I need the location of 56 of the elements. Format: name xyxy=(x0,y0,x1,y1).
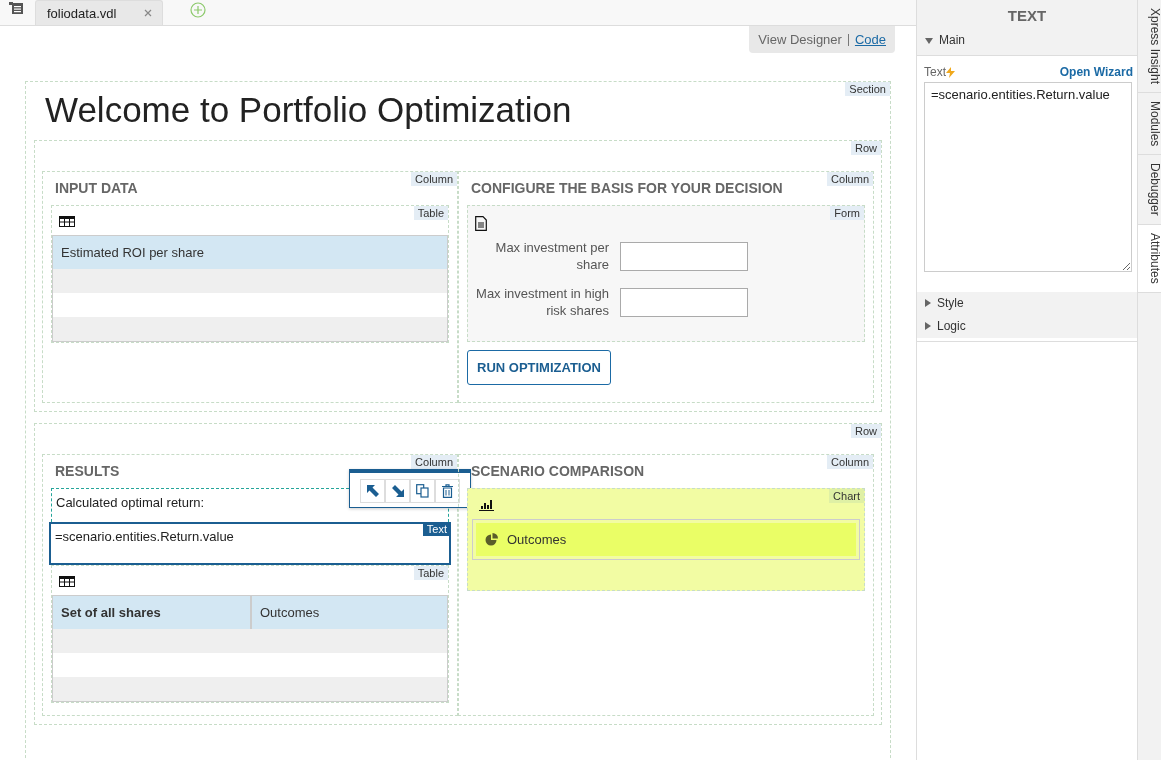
document-icon xyxy=(475,216,487,231)
column-header: Estimated ROI per share xyxy=(53,236,447,269)
lightning-icon xyxy=(946,66,955,78)
copy-button[interactable] xyxy=(410,479,435,503)
element-tag: Row xyxy=(851,141,881,155)
bar-chart-icon xyxy=(479,499,494,511)
series-label: Outcomes xyxy=(507,532,567,547)
element-tag: Row xyxy=(851,424,881,438)
field-label: Text xyxy=(924,65,946,79)
column-heading: CONFIGURE THE BASIS FOR YOUR DECISION xyxy=(471,180,784,196)
view-link[interactable]: Code xyxy=(854,32,886,47)
element-tag: Column xyxy=(411,455,457,469)
field-label: Max investment per share xyxy=(494,239,609,273)
column-heading: SCENARIO COMPARISON xyxy=(471,463,646,479)
column-heading: RESULTS xyxy=(55,463,121,479)
column-header: Outcomes xyxy=(250,596,447,629)
group-header[interactable]: Logic xyxy=(917,315,1137,338)
column-heading: INPUT DATA xyxy=(55,180,139,196)
text-element: Calculated optimal return: xyxy=(56,495,205,510)
menu-icon[interactable] xyxy=(9,2,23,14)
copy-icon xyxy=(416,484,429,498)
pie-chart-icon xyxy=(485,533,498,546)
delete-button[interactable] xyxy=(435,479,460,503)
tab-label: foliodata.vdl xyxy=(47,5,117,21)
input-field[interactable] xyxy=(620,287,748,317)
close-icon[interactable] xyxy=(144,9,152,17)
view-link[interactable]: View Designer xyxy=(758,32,842,47)
element-tag: Table xyxy=(413,566,448,580)
group-header[interactable]: Main xyxy=(917,29,1137,56)
element-tag: Form xyxy=(830,206,864,220)
move-up-button[interactable] xyxy=(360,479,385,503)
arrow-down-right-icon xyxy=(390,484,405,498)
file-tab[interactable]: foliodata.vdl xyxy=(35,0,163,25)
move-down-button[interactable] xyxy=(385,479,410,503)
table-icon xyxy=(59,576,75,587)
run-button[interactable]: RUN OPTIMIZATION xyxy=(467,350,611,385)
element-tag: Column xyxy=(827,455,873,469)
element-tag: Text xyxy=(422,522,451,536)
panel-title: TEXT xyxy=(917,0,1137,29)
page-title: Welcome to Portfolio Optimization xyxy=(45,90,573,130)
field-label: Max investment in high risk shares xyxy=(475,285,609,319)
element-tag: Column xyxy=(827,172,873,186)
text-area[interactable]: =scenario.entities.Return.value xyxy=(924,82,1132,272)
group-header[interactable]: Style xyxy=(917,292,1137,315)
element-tag: Column xyxy=(411,172,457,186)
table-icon xyxy=(59,216,75,227)
text-element: =scenario.entities.Return.value xyxy=(55,529,234,544)
open-wizard-link[interactable]: Open Wizard xyxy=(1059,65,1133,79)
trash-icon xyxy=(442,484,453,498)
arrow-up-left-icon xyxy=(365,484,380,498)
element-tag: Chart xyxy=(829,489,864,503)
element-tag: Section xyxy=(845,82,890,96)
input-field[interactable] xyxy=(620,241,748,271)
chart-series[interactable]: Outcomes xyxy=(476,523,856,556)
element-tag: Table xyxy=(413,206,448,220)
column-header: Set of all shares xyxy=(53,596,250,629)
